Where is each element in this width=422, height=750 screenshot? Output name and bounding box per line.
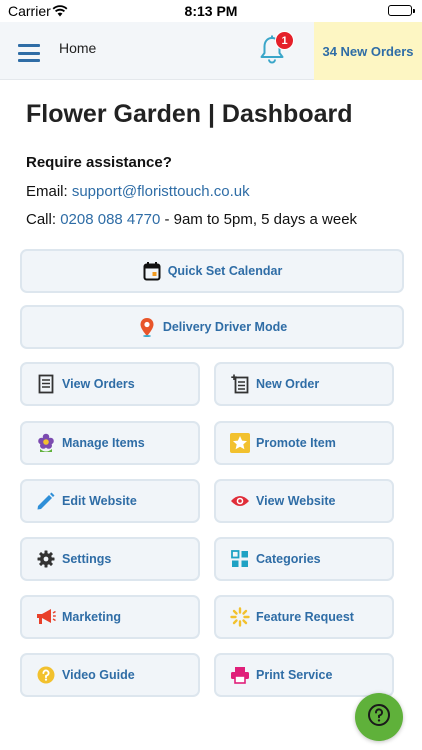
marketing-button[interactable]: Marketing <box>20 595 200 639</box>
status-time: 8:13 PM <box>184 3 238 19</box>
megaphone-icon <box>36 607 56 627</box>
video-guide-label: Video Guide <box>62 668 135 682</box>
hamburger-menu-icon[interactable] <box>18 44 40 62</box>
edit-website-button[interactable]: Edit Website <box>20 479 200 523</box>
status-bar: Carrier 8:13 PM <box>0 0 422 22</box>
page-title: Flower Garden | Dashboard <box>26 100 353 128</box>
feature-request-label: Feature Request <box>256 610 354 624</box>
settings-button[interactable]: Settings <box>20 537 200 581</box>
map-pin-icon <box>137 317 157 337</box>
support-phone-link[interactable]: 0208 088 4770 <box>60 211 160 228</box>
call-label: Call: <box>26 211 61 228</box>
edit-website-label: Edit Website <box>62 494 137 508</box>
pencil-icon <box>36 491 56 511</box>
quick-set-calendar-button[interactable]: Quick Set Calendar <box>20 249 404 293</box>
delivery-driver-mode-button[interactable]: Delivery Driver Mode <box>20 305 404 349</box>
quick-set-calendar-label: Quick Set Calendar <box>167 264 283 278</box>
print-service-label: Print Service <box>256 668 333 682</box>
grid-icon <box>230 549 250 569</box>
battery-icon <box>388 5 415 16</box>
video-guide-button[interactable]: Video Guide <box>20 653 200 697</box>
print-service-button[interactable]: Print Service <box>214 653 394 697</box>
email-label: Email: <box>26 183 72 200</box>
promote-item-button[interactable]: Promote Item <box>214 421 394 465</box>
notification-badge: 1 <box>275 31 294 50</box>
call-line: Call: 0208 088 4770 - 9am to 5pm, 5 days… <box>26 211 357 228</box>
star-icon <box>230 433 250 453</box>
view-website-button[interactable]: View Website <box>214 479 394 523</box>
view-website-label: View Website <box>256 494 336 508</box>
assistance-heading: Require assistance? <box>26 154 172 171</box>
support-email-link[interactable]: support@floristtouch.co.uk <box>72 183 250 200</box>
support-hours: - 9am to 5pm, 5 days a week <box>160 211 358 228</box>
view-orders-button[interactable]: View Orders <box>20 362 200 406</box>
sparkle-icon <box>230 607 250 627</box>
printer-icon <box>230 665 250 685</box>
gear-icon <box>36 549 56 569</box>
view-orders-label: View Orders <box>62 377 135 391</box>
flower-icon <box>36 433 56 453</box>
document-list-icon <box>36 374 56 394</box>
categories-label: Categories <box>256 552 321 566</box>
promote-item-label: Promote Item <box>256 436 336 450</box>
question-circle-icon <box>36 665 56 685</box>
delivery-driver-mode-label: Delivery Driver Mode <box>162 320 288 334</box>
eye-icon <box>230 491 250 511</box>
settings-label: Settings <box>62 552 112 566</box>
help-button[interactable] <box>355 693 403 741</box>
manage-items-button[interactable]: Manage Items <box>20 421 200 465</box>
help-question-icon <box>367 703 391 732</box>
categories-button[interactable]: Categories <box>214 537 394 581</box>
marketing-label: Marketing <box>62 610 122 624</box>
manage-items-label: Manage Items <box>62 436 145 450</box>
new-order-button[interactable]: New Order <box>214 362 394 406</box>
new-orders-button[interactable]: 34 New Orders <box>314 22 422 80</box>
top-bar: Home 1 34 New Orders <box>0 22 422 80</box>
new-order-label: New Order <box>256 377 320 391</box>
home-label: Home <box>59 40 97 56</box>
new-document-icon <box>230 374 250 394</box>
feature-request-button[interactable]: Feature Request <box>214 595 394 639</box>
calendar-icon <box>142 261 162 281</box>
email-line: Email: support@floristtouch.co.uk <box>26 183 250 200</box>
